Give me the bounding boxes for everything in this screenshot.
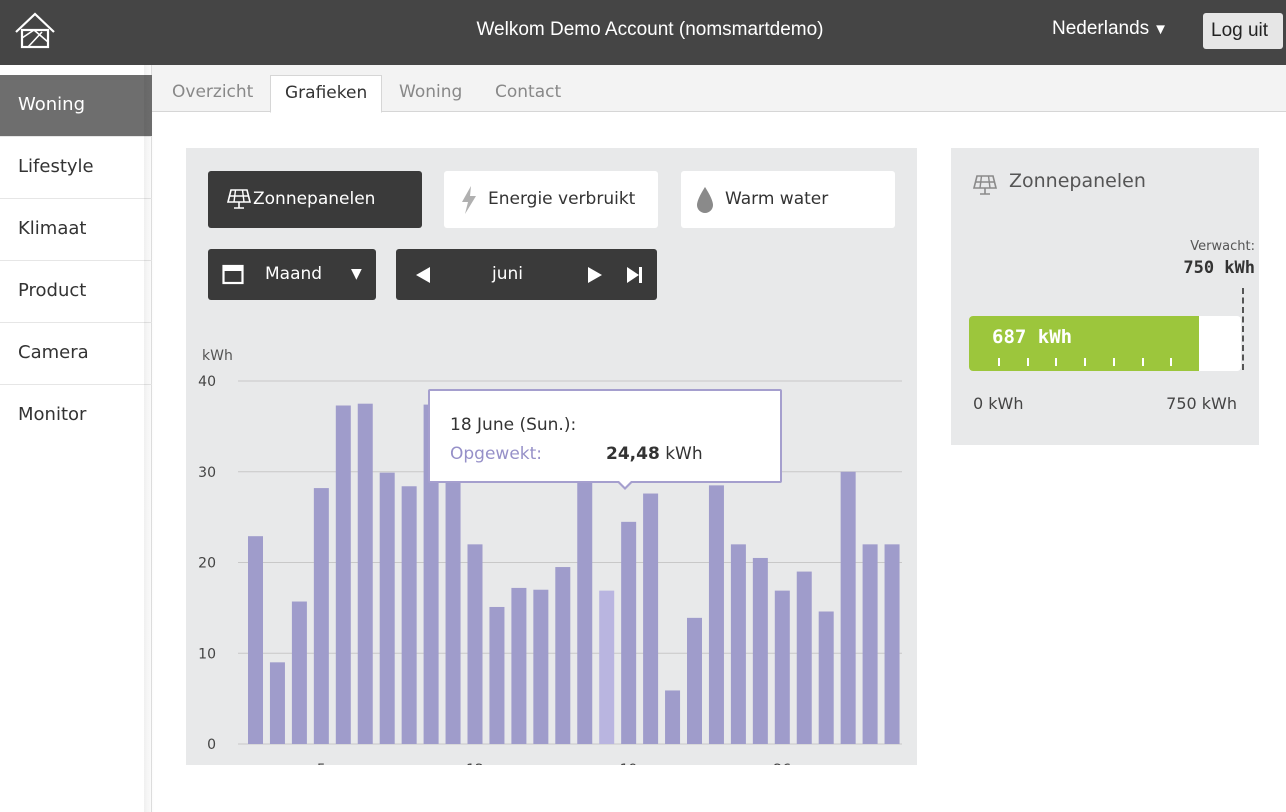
progress-tick — [1142, 358, 1144, 366]
tooltip-value-unit: kWh — [665, 444, 703, 464]
sidebar-item-monitor[interactable]: Monitor — [0, 385, 152, 447]
bar-day-22[interactable] — [687, 617, 702, 744]
bar-day-14[interactable] — [511, 587, 527, 744]
bar-day-30[interactable] — [862, 544, 878, 744]
solar-panel-icon — [972, 175, 998, 195]
bar-day-11[interactable] — [445, 446, 461, 744]
progress-tick — [1170, 358, 1172, 366]
y-tick-label: 10 — [198, 646, 216, 662]
bar-day-3[interactable] — [269, 662, 285, 744]
tooltip-series-label: Opgewekt: — [450, 444, 543, 464]
y-tick-label: 30 — [198, 465, 216, 481]
bar-day-15[interactable] — [533, 589, 549, 744]
bar-day-28[interactable] — [818, 611, 834, 744]
bar-day-29[interactable] — [840, 471, 856, 744]
bar-day-6[interactable] — [335, 405, 351, 744]
progress-min-label: 0 kWh — [973, 394, 1024, 413]
bar-day-13[interactable] — [489, 606, 505, 744]
summary-title: Zonnepanelen — [1009, 170, 1146, 192]
bar-day-2[interactable] — [248, 536, 263, 744]
bar-day-19[interactable] — [621, 521, 637, 744]
bar-day-9[interactable] — [401, 486, 417, 744]
y-tick-label: 20 — [198, 556, 216, 572]
tab-grafieken[interactable]: Grafieken — [270, 75, 383, 113]
progress-tick — [1055, 358, 1057, 366]
bar-day-16[interactable] — [555, 567, 571, 744]
tab-contact[interactable]: Contact — [495, 75, 561, 113]
y-tick-label: 0 — [207, 737, 216, 753]
y-axis-unit-label: kWh — [202, 348, 233, 364]
tab-woning[interactable]: Woning — [399, 75, 462, 113]
tooltip-value-number: 24,48 — [606, 444, 660, 464]
bar-day-27[interactable] — [796, 571, 812, 744]
bar-day-7[interactable] — [357, 403, 373, 744]
bar-day-24[interactable] — [730, 544, 746, 744]
tab-bar: Overzicht Grafieken Woning Contact — [152, 65, 1286, 113]
progress-tick — [998, 358, 1000, 366]
tooltip-value: 24,48 kWh — [606, 444, 703, 464]
y-tick-label: 40 — [198, 374, 216, 390]
top-bar: Welkom Demo Account (nomsmartdemo) Neder… — [0, 0, 1286, 65]
progress-value-label: 687 kWh — [992, 326, 1073, 348]
tooltip-date: 18 June (Sun.): — [450, 415, 577, 435]
bar-day-21[interactable] — [665, 690, 681, 744]
progress-tick — [1084, 358, 1086, 366]
language-selector[interactable]: Nederlands ▼ — [1052, 18, 1168, 40]
bar-day-23[interactable] — [708, 485, 724, 744]
solar-summary-panel: Zonnepanelen Verwacht: 750 kWh 687 kWh 0… — [951, 148, 1259, 445]
bar-day-12[interactable] — [467, 544, 483, 744]
bar-day-20[interactable] — [643, 493, 659, 744]
bar-day-4[interactable] — [291, 601, 307, 744]
sidebar: Woning Lifestyle Klimaat Product Camera … — [0, 65, 152, 812]
bar-day-17[interactable] — [577, 444, 593, 744]
chart-tooltip: 18 June (Sun.): Opgewekt: 24,48 kWh — [428, 389, 782, 483]
expected-value: 750 kWh — [1183, 258, 1255, 278]
bar-day-8[interactable] — [379, 472, 395, 744]
language-label: Nederlands — [1052, 18, 1150, 39]
bar-day-25[interactable] — [752, 557, 768, 744]
tooltip-arrow-inner — [618, 480, 632, 487]
sidebar-item-lifestyle[interactable]: Lifestyle — [0, 137, 152, 199]
bar-day-31[interactable] — [884, 544, 900, 744]
bar-day-5[interactable] — [313, 488, 329, 744]
bar-day-18[interactable] — [599, 590, 615, 744]
expected-marker-line — [1242, 288, 1244, 370]
x-tick-label: 12 — [466, 762, 484, 765]
progress-max-label: 750 kWh — [1166, 394, 1237, 413]
sidebar-item-camera[interactable]: Camera — [0, 323, 152, 385]
sidebar-shadow — [144, 65, 154, 812]
logout-button[interactable]: Log uit — [1203, 13, 1283, 49]
sidebar-item-product[interactable]: Product — [0, 261, 152, 323]
x-tick-label: 5 — [317, 762, 326, 765]
x-tick-label: 26 — [773, 762, 791, 765]
x-axis-ticks: 5 12 19 26 — [317, 762, 791, 765]
sidebar-item-klimaat[interactable]: Klimaat — [0, 199, 152, 261]
caret-down-icon: ▼ — [1153, 21, 1169, 38]
expected-label: Verwacht: — [1190, 239, 1255, 254]
sidebar-item-woning[interactable]: Woning — [0, 75, 152, 137]
progress-tick — [1113, 358, 1115, 366]
progress-tick — [1027, 358, 1029, 366]
tab-overzicht[interactable]: Overzicht — [172, 75, 253, 113]
bar-day-26[interactable] — [774, 590, 790, 744]
progress-track: 687 kWh — [969, 316, 1241, 371]
x-tick-label: 19 — [620, 762, 638, 765]
y-axis-ticks: 0 10 20 30 40 — [198, 374, 216, 753]
